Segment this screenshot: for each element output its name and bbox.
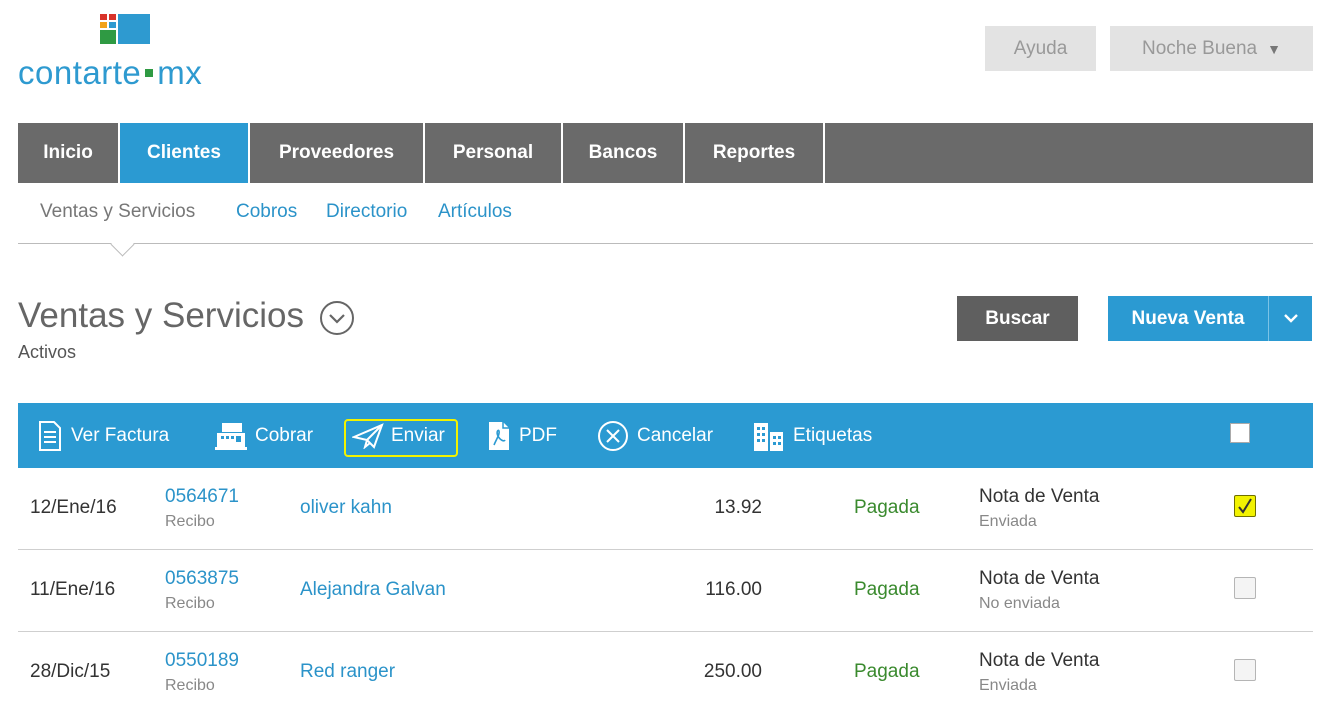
logo-dot — [145, 68, 154, 77]
table-row[interactable]: 11/Ene/16 0563875 Recibo Alejandra Galva… — [18, 550, 1313, 632]
nav-clientes[interactable]: Clientes — [120, 123, 250, 183]
nav-bancos[interactable]: Bancos — [563, 123, 685, 183]
row-amount: 250.00 — [703, 661, 762, 682]
cancel-button[interactable]: Cancelar — [596, 403, 713, 468]
row-number-link[interactable]: 0563875 — [165, 568, 239, 590]
logo-mark — [100, 14, 150, 44]
row-date: 11/Ene/16 — [30, 579, 116, 600]
row-doc-type: Nota de Venta — [979, 568, 1100, 589]
chevron-down-icon[interactable] — [320, 301, 354, 335]
invoice-icon — [39, 420, 61, 451]
row-date: 28/Dic/15 — [30, 661, 111, 682]
cash-register-icon — [215, 422, 247, 450]
nav-label: Reportes — [712, 142, 796, 163]
nav-label: Proveedores — [278, 142, 395, 163]
row-date: 12/Ene/16 — [30, 497, 117, 518]
subnav-pointer — [110, 232, 135, 257]
subnav-cobros[interactable]: Cobros — [236, 201, 297, 223]
help-label: Ayuda — [1013, 37, 1068, 59]
table-row[interactable]: 28/Dic/15 0550189 Recibo Red ranger 250.… — [18, 632, 1313, 714]
subnav-articulos[interactable]: Artículos — [438, 201, 512, 223]
send-button[interactable]: Enviar — [352, 403, 445, 468]
subnav-divider — [18, 243, 1313, 244]
select-all-checkbox[interactable] — [1230, 423, 1250, 443]
row-status: Pagada — [854, 497, 920, 518]
nav-personal[interactable]: Personal — [425, 123, 563, 183]
chevron-down-icon — [1284, 314, 1298, 323]
pdf-icon — [489, 421, 509, 450]
row-checkbox[interactable] — [1234, 659, 1256, 681]
row-sent-status: No enviada — [979, 595, 1060, 612]
subnav-directorio[interactable]: Directorio — [326, 201, 407, 223]
logo-suffix: mx — [157, 54, 203, 91]
cancel-icon — [598, 420, 628, 451]
actions-toolbar: Ver Factura Cobrar Enviar PDF Cancelar E… — [18, 403, 1313, 468]
row-amount: 116.00 — [705, 579, 762, 600]
search-button[interactable]: Buscar — [957, 296, 1078, 341]
tool-label: Etiquetas — [793, 424, 873, 446]
row-sent-status: Enviada — [979, 677, 1037, 694]
row-doc-type: Nota de Venta — [979, 486, 1100, 507]
nav-label: Inicio — [43, 142, 93, 163]
charge-button[interactable]: Cobrar — [214, 403, 313, 468]
checkmark-icon — [1238, 498, 1252, 514]
row-number-link[interactable]: 0550189 — [165, 650, 239, 672]
row-status: Pagada — [854, 661, 920, 682]
row-client-link[interactable]: oliver kahn — [300, 497, 392, 519]
row-type: Recibo — [165, 513, 215, 530]
nav-reportes[interactable]: Reportes — [685, 123, 825, 183]
row-amount: 13.92 — [714, 497, 762, 518]
view-invoice-button[interactable]: Ver Factura — [36, 403, 169, 468]
tool-label: Cobrar — [255, 424, 314, 446]
paper-plane-icon — [352, 422, 384, 449]
new-sale-button[interactable]: Nueva Venta — [1108, 296, 1268, 341]
subnav-ventas-servicios[interactable]: Ventas y Servicios — [40, 201, 195, 223]
search-label: Buscar — [985, 307, 1050, 329]
nav-proveedores[interactable]: Proveedores — [250, 123, 425, 183]
row-checkbox[interactable] — [1234, 495, 1256, 517]
tool-label: Enviar — [391, 424, 445, 446]
pdf-button[interactable]: PDF — [486, 403, 557, 468]
page-title: Ventas y Servicios — [18, 296, 304, 335]
nav-label: Clientes — [147, 142, 221, 163]
nav-label: Personal — [452, 142, 534, 163]
row-status: Pagada — [854, 579, 920, 600]
buildings-icon — [754, 422, 783, 451]
row-number-link[interactable]: 0564671 — [165, 486, 239, 508]
row-type: Recibo — [165, 595, 215, 612]
page-subtitle: Activos — [18, 342, 77, 362]
row-checkbox[interactable] — [1234, 577, 1256, 599]
labels-button[interactable]: Etiquetas — [752, 403, 872, 468]
nav-label: Bancos — [588, 142, 658, 163]
row-client-link[interactable]: Alejandra Galvan — [300, 579, 446, 601]
help-button[interactable]: Ayuda — [985, 26, 1096, 71]
new-sale-dropdown[interactable] — [1268, 296, 1312, 341]
nav-inicio[interactable]: Inicio — [18, 123, 120, 183]
user-menu-button[interactable]: Noche Buena ▼ — [1110, 26, 1313, 71]
logo[interactable]: contarte mx — [18, 54, 202, 92]
logo-brand: contarte — [18, 54, 142, 91]
tool-label: Cancelar — [637, 424, 714, 446]
row-sent-status: Enviada — [979, 513, 1037, 530]
tool-label: PDF — [519, 424, 557, 446]
table-row[interactable]: 12/Ene/16 0564671 Recibo oliver kahn 13.… — [18, 468, 1313, 550]
row-type: Recibo — [165, 677, 215, 694]
tool-label: Ver Factura — [71, 424, 170, 446]
new-sale-label: Nueva Venta — [1131, 307, 1245, 329]
main-nav: Inicio Clientes Proveedores Personal Ban… — [18, 123, 1313, 183]
row-client-link[interactable]: Red ranger — [300, 661, 395, 683]
caret-down-icon: ▼ — [1267, 40, 1281, 57]
user-label: Noche Buena — [1141, 37, 1258, 59]
row-doc-type: Nota de Venta — [979, 650, 1100, 671]
